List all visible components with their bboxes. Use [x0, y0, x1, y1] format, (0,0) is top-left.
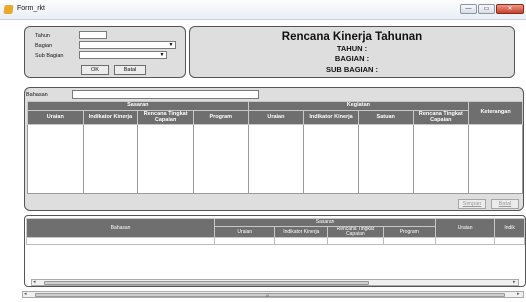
scroll-right-icon[interactable]: ▸: [517, 292, 520, 297]
main-panel: Bahasan Sasaran Kegiatan Keterangan Urai…: [24, 87, 524, 211]
col-lower-indikator-2: Indik: [494, 218, 525, 238]
sub-bagian-label: Sub Bagian: [35, 53, 64, 59]
scroll-left-icon[interactable]: ◂: [24, 292, 27, 297]
title-bar: Form_rkt — ▭ ✕: [0, 0, 526, 20]
window-title: Form_rkt: [17, 5, 45, 12]
maximize-button[interactable]: ▭: [478, 4, 495, 14]
tahun-label: Tahun: [35, 33, 50, 39]
bagian-label: Bagian: [35, 43, 53, 49]
grid-cell[interactable]: [27, 124, 84, 194]
bagian-heading: BAGIAN :: [334, 54, 370, 63]
scroll-thumb[interactable]: III: [35, 293, 505, 298]
bahasan-list: Bahasan Sasaran Uraian Indik Uraian Indi…: [24, 215, 526, 287]
col-bahasan: Bahasan: [25, 218, 216, 238]
col-lower-uraian-2: Uraian: [434, 218, 496, 238]
col-kegiatan-indikator: Indikator Kinerja: [303, 110, 359, 125]
chevron-down-icon[interactable]: ▼: [168, 43, 174, 48]
bahasan-input[interactable]: [72, 90, 259, 99]
table-row[interactable]: [274, 237, 329, 245]
grid-cell[interactable]: [192, 124, 249, 194]
grid-cell[interactable]: [303, 124, 359, 194]
grid-cell[interactable]: [412, 124, 470, 194]
col-kegiatan-rencana: Rencana Tingkat Capaian: [412, 110, 470, 125]
col-sasaran-indikator: Indikator Kinerja: [82, 110, 139, 125]
table-row[interactable]: [494, 237, 525, 245]
minimize-button[interactable]: —: [460, 4, 477, 14]
table-row[interactable]: [25, 237, 216, 245]
grid-cell[interactable]: [468, 124, 523, 194]
tahun-heading: TAHUN :: [336, 44, 368, 53]
filter-panel: Tahun Bagian ▼ Sub Bagian ▼ OK Batal: [24, 26, 186, 78]
table-row[interactable]: [382, 237, 437, 245]
close-button[interactable]: ✕: [496, 4, 524, 14]
report-header: Rencana Kinerja Tahunan TAHUN : BAGIAN :…: [189, 26, 515, 78]
table-row[interactable]: [434, 237, 496, 245]
sub-bagian-heading: SUB BAGIAN :: [325, 65, 379, 74]
page-title: Rencana Kinerja Tahunan: [281, 31, 423, 43]
tahun-input[interactable]: [79, 31, 107, 39]
col-lower-uraian: Uraian: [214, 226, 276, 238]
bahasan-label: Bahasan: [26, 92, 48, 98]
table-row[interactable]: [214, 237, 276, 245]
lower-grid: Bahasan Sasaran Uraian Indik Uraian Indi…: [25, 218, 525, 245]
col-lower-program: Program: [382, 226, 437, 238]
grid-cell[interactable]: [357, 124, 414, 194]
chevron-down-icon[interactable]: ▼: [159, 53, 165, 58]
group-kegiatan: Kegiatan: [247, 101, 470, 111]
scroll-right-icon[interactable]: ▸: [513, 280, 516, 285]
app-icon: [3, 5, 14, 14]
rencana-grid: Sasaran Kegiatan Keterangan Uraian Indik…: [27, 101, 523, 194]
batal-button[interactable]: Batal: [114, 65, 146, 75]
outer-horizontal-scrollbar[interactable]: ◂ III ▸: [22, 291, 524, 298]
group-sasaran: Sasaran: [214, 218, 436, 227]
bagian-select[interactable]: ▼: [79, 41, 176, 49]
inner-horizontal-scrollbar[interactable]: ◂ ▸: [31, 279, 519, 286]
sub-bagian-select[interactable]: ▼: [79, 51, 167, 59]
col-lower-rencana: Rencana Tingkat Capaian: [327, 226, 384, 238]
grid-cell[interactable]: [137, 124, 194, 194]
group-sasaran: Sasaran: [27, 101, 249, 111]
grid-cell[interactable]: [247, 124, 305, 194]
col-sasaran-uraian: Uraian: [27, 110, 84, 125]
table-row[interactable]: [327, 237, 384, 245]
scroll-left-icon[interactable]: ◂: [33, 280, 36, 285]
col-sasaran-rencana: Rencana Tingkat Capaian: [137, 110, 194, 125]
col-lower-indikator: Indikator Kinerja: [274, 226, 329, 238]
simpan-button[interactable]: Simpan: [458, 199, 486, 209]
ok-button[interactable]: OK: [81, 65, 109, 75]
scroll-thumb[interactable]: [44, 281, 369, 285]
col-satuan: Satuan: [357, 110, 414, 125]
scroll-grip: III: [266, 293, 270, 298]
batal-grid-button[interactable]: Batal: [491, 199, 519, 209]
col-kegiatan-uraian: Uraian: [247, 110, 305, 125]
col-keterangan: Keterangan: [468, 101, 523, 125]
col-program: Program: [192, 110, 249, 125]
grid-cell[interactable]: [82, 124, 139, 194]
